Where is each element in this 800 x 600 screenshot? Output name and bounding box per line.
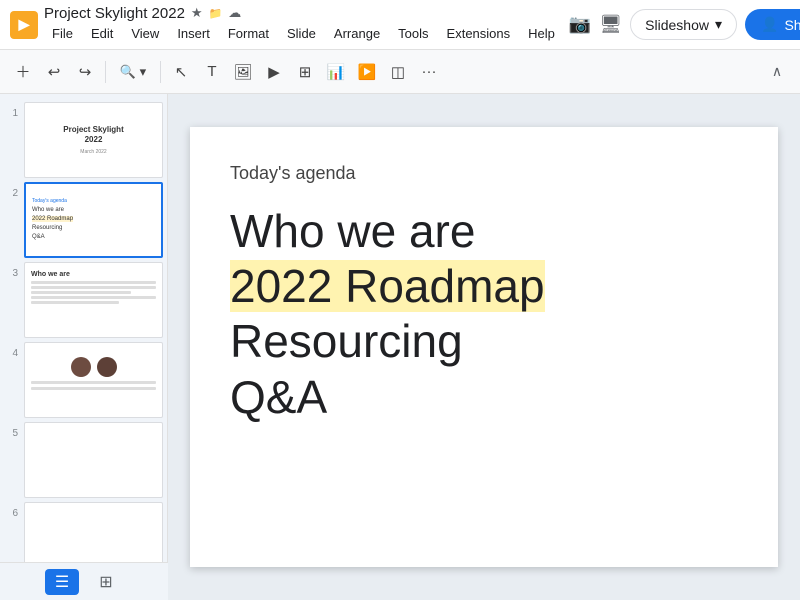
zoom-button[interactable]: 🔍 ▾ [111, 57, 155, 87]
more-button[interactable]: ··· [414, 57, 444, 87]
shapes-button[interactable]: ▶ [259, 57, 289, 87]
circle-1 [71, 357, 91, 377]
separator-1 [105, 61, 106, 83]
share-button[interactable]: 👤 Share [745, 9, 800, 40]
slide-number-1: 1 [4, 102, 18, 119]
list-item: 4 [4, 342, 163, 418]
video-button[interactable]: ▶️ [352, 57, 382, 87]
add-button[interactable]: ＋ [8, 57, 38, 87]
table-button[interactable]: ⊞ [290, 57, 320, 87]
slideshow-button[interactable]: Slideshow ▾ [630, 9, 737, 40]
thumb4-line1 [31, 381, 156, 384]
menu-format[interactable]: Format [220, 22, 277, 45]
undo-button[interactable]: ↩ [39, 57, 69, 87]
slide-canvas[interactable]: Today's agenda Who we are 2022 Roadmap R… [190, 127, 778, 567]
menu-arrange[interactable]: Arrange [326, 22, 388, 45]
app-logo: ▶ [10, 11, 38, 39]
slide-number-4: 4 [4, 342, 18, 359]
text-button[interactable]: T [197, 57, 227, 87]
grid-view-button[interactable]: ⊞ [89, 569, 123, 595]
slide-number-5: 5 [4, 422, 18, 439]
slide-panel: 1 Project Skylight2022 March 2022 2 Toda… [0, 94, 168, 600]
diagram-button[interactable]: ◫ [383, 57, 413, 87]
menu-file[interactable]: File [44, 22, 81, 45]
cursor-button[interactable]: ↖ [166, 57, 196, 87]
slide-number-3: 3 [4, 262, 18, 279]
separator-2 [160, 61, 161, 83]
slideshow-label: Slideshow [645, 17, 709, 33]
menu-tools[interactable]: Tools [390, 22, 436, 45]
doc-title[interactable]: Project Skylight 2022 [44, 5, 185, 22]
slide-line-2: 2022 Roadmap [230, 259, 738, 314]
thumb1-sub: March 2022 [80, 149, 106, 155]
slide-thumb-3[interactable]: Who we are [24, 262, 163, 338]
star-icon[interactable]: ★ [191, 5, 203, 21]
slide-line-4: Q&A [230, 370, 738, 425]
thumb2-tag: Today's agenda [32, 198, 67, 204]
menu-bar: File Edit View Insert Format Slide Arran… [44, 22, 563, 45]
thumb4-line2 [31, 387, 156, 390]
camera-icon[interactable]: 📷 [569, 14, 591, 35]
thumb2-content: Who we are 2022 Roadmap Resourcing Q&A [32, 206, 73, 242]
share-label: Share [784, 17, 800, 33]
slide-subtitle: Today's agenda [230, 163, 738, 184]
slide-line-1: Who we are [230, 204, 738, 259]
thumb1-title: Project Skylight2022 [63, 125, 123, 144]
menu-extensions[interactable]: Extensions [439, 22, 519, 45]
toolbar: ＋ ↩ ↪ 🔍 ▾ ↖ T 🖼 ▶ ⊞ 📊 ▶️ ◫ ··· ∧ [0, 50, 800, 94]
thumb3-lines [31, 281, 156, 306]
menu-view[interactable]: View [123, 22, 167, 45]
collapse-toolbar-button[interactable]: ∧ [762, 57, 792, 87]
slide-thumb-5[interactable] [24, 422, 163, 498]
slide-content: Who we are 2022 Roadmap Resourcing Q&A [230, 204, 738, 425]
list-item: 3 Who we are [4, 262, 163, 338]
thumb4-circles [71, 357, 117, 377]
highlighted-text: 2022 Roadmap [230, 260, 545, 312]
menu-edit[interactable]: Edit [83, 22, 121, 45]
main-layout: 1 Project Skylight2022 March 2022 2 Toda… [0, 94, 800, 600]
slide-line-3: Resourcing [230, 314, 738, 369]
circle-2 [97, 357, 117, 377]
menu-slide[interactable]: Slide [279, 22, 324, 45]
slide-thumb-1[interactable]: Project Skylight2022 March 2022 [24, 102, 163, 178]
right-controls: 📷 🖥 Slideshow ▾ 👤 Share U [569, 9, 800, 41]
topbar: ▶ Project Skylight 2022 ★ 📁 ☁ File Edit … [0, 0, 800, 50]
slide-thumb-4[interactable] [24, 342, 163, 418]
toolbar-group-left: ＋ ↩ ↪ 🔍 ▾ ↖ T 🖼 ▶ ⊞ 📊 ▶️ ◫ ··· [8, 57, 444, 87]
cloud-icon[interactable]: ☁ [228, 5, 241, 21]
chevron-down-icon: ▾ [715, 16, 722, 33]
list-item: 2 Today's agenda Who we are 2022 Roadmap… [4, 182, 163, 258]
list-item: 1 Project Skylight2022 March 2022 [4, 102, 163, 178]
menu-insert[interactable]: Insert [169, 22, 218, 45]
list-item: 5 [4, 422, 163, 498]
bottom-bar: ☰ ⊞ [0, 562, 168, 600]
slide-thumb-2[interactable]: Today's agenda Who we are 2022 Roadmap R… [24, 182, 163, 258]
chart-button[interactable]: 📊 [321, 57, 351, 87]
canvas-area: Today's agenda Who we are 2022 Roadmap R… [168, 94, 800, 600]
menu-help[interactable]: Help [520, 22, 563, 45]
slide-list-view-button[interactable]: ☰ [45, 569, 79, 595]
redo-button[interactable]: ↪ [70, 57, 100, 87]
logo-icon: ▶ [19, 16, 30, 33]
cast-icon[interactable]: 🖥 [599, 14, 622, 35]
title-area: Project Skylight 2022 ★ 📁 ☁ File Edit Vi… [44, 5, 563, 45]
share-icon: 👤 [761, 16, 778, 33]
folder-icon[interactable]: 📁 [209, 7, 223, 20]
thumb3-title: Who we are [31, 271, 70, 278]
image-button[interactable]: 🖼 [228, 57, 258, 87]
slide-number-2: 2 [4, 182, 18, 199]
slide-number-6: 6 [4, 502, 18, 519]
